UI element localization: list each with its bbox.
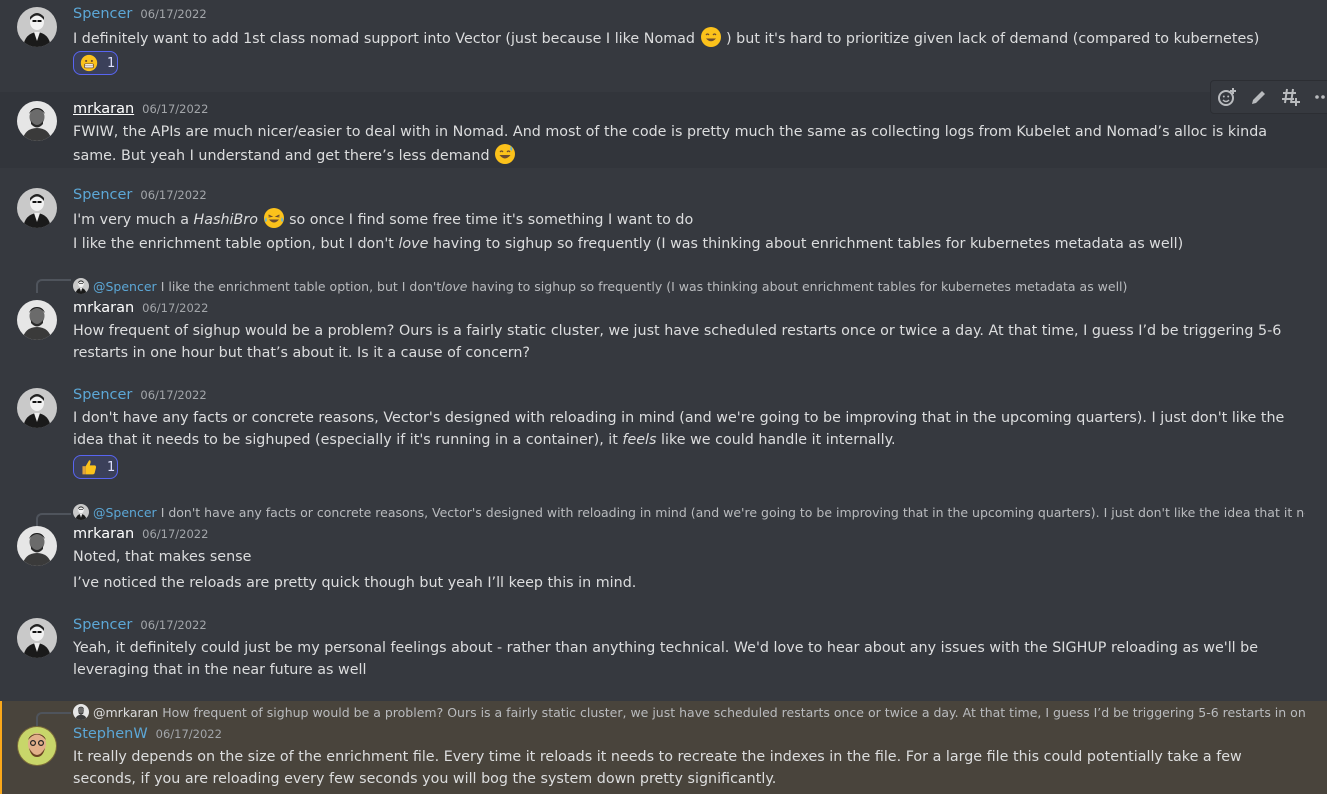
- reaction-button[interactable]: 1: [73, 51, 118, 75]
- message-toolbar: [1210, 80, 1327, 114]
- avatar[interactable]: [17, 726, 57, 766]
- username[interactable]: StephenW: [73, 726, 148, 742]
- avatar[interactable]: [17, 388, 57, 428]
- more-icon[interactable]: [1307, 81, 1327, 113]
- username[interactable]: Spencer: [73, 617, 132, 633]
- message-spencer-3[interactable]: Spencer 06/17/2022 I don't have any fact…: [0, 380, 1327, 490]
- avatar[interactable]: [17, 300, 57, 340]
- message-mrkaran-2[interactable]: @Spencer I like the enrichment table opt…: [0, 270, 1327, 370]
- timestamp: 06/17/2022: [155, 727, 222, 741]
- reply-connector: [36, 279, 71, 293]
- message-spencer-1[interactable]: Spencer 06/17/2022 I definitely want to …: [0, 0, 1327, 92]
- message-text: I'm very much a HashiBro so once I find …: [73, 207, 1308, 231]
- reply-mention[interactable]: @mrkaran: [93, 705, 158, 720]
- reaction-button[interactable]: 1: [73, 455, 118, 479]
- message-stephenw-1[interactable]: @mrkaran How frequent of sighup would be…: [0, 701, 1327, 794]
- avatar: [73, 278, 89, 294]
- reply-preview[interactable]: @Spencer I like the enrichment table opt…: [73, 277, 1305, 295]
- message-text: Noted, that makes sense: [73, 549, 252, 565]
- timestamp: 06/17/2022: [142, 527, 209, 541]
- message-text: I like the enrichment table option, but …: [73, 236, 1184, 252]
- username[interactable]: Spencer: [73, 187, 132, 203]
- message-text: I’ve noticed the reloads are pretty quic…: [73, 575, 637, 591]
- message-mrkaran-1[interactable]: mrkaran 06/17/2022 FWIW, the APIs are mu…: [0, 92, 1327, 168]
- avatar[interactable]: [17, 526, 57, 566]
- reply-preview[interactable]: @Spencer I don't have any facts or concr…: [73, 503, 1305, 521]
- reply-mention[interactable]: @Spencer: [93, 279, 157, 294]
- avatar[interactable]: [17, 7, 57, 47]
- username[interactable]: mrkaran: [73, 300, 134, 316]
- timestamp: 06/17/2022: [140, 388, 207, 402]
- reply-connector: [36, 513, 71, 527]
- message-spencer-2[interactable]: Spencer 06/17/2022 I'm very much a Hashi…: [0, 180, 1327, 260]
- timestamp: 06/17/2022: [142, 301, 209, 315]
- avatar: [73, 704, 89, 720]
- username[interactable]: Spencer: [73, 6, 132, 22]
- reply-mention[interactable]: @Spencer: [93, 505, 157, 520]
- smile-emoji: [700, 27, 721, 47]
- avatar[interactable]: [17, 618, 57, 658]
- avatar[interactable]: [17, 188, 57, 228]
- create-thread-icon[interactable]: [1275, 81, 1307, 113]
- username[interactable]: mrkaran: [73, 526, 134, 542]
- message-text: I don't have any facts or concrete reaso…: [73, 410, 1285, 448]
- message-spencer-4[interactable]: Spencer 06/17/2022 Yeah, it definitely c…: [0, 610, 1327, 696]
- joy-emoji: [263, 208, 284, 228]
- grimacing-emoji: [80, 54, 98, 72]
- reply-connector: [36, 712, 71, 726]
- message-text: Yeah, it definitely could just be my per…: [73, 640, 1259, 678]
- username[interactable]: Spencer: [73, 387, 132, 403]
- timestamp: 06/17/2022: [140, 7, 207, 21]
- message-mrkaran-3[interactable]: @Spencer I don't have any facts or concr…: [0, 496, 1327, 606]
- sweat-smile-emoji: [495, 144, 516, 164]
- reply-preview[interactable]: @mrkaran How frequent of sighup would be…: [73, 703, 1305, 721]
- thumbs-up-emoji: [82, 460, 97, 475]
- add-reaction-icon[interactable]: [1211, 81, 1243, 113]
- message-text: I definitely want to add 1st class nomad…: [73, 26, 1308, 50]
- message-text: How frequent of sighup would be a proble…: [73, 323, 1282, 361]
- edit-icon[interactable]: [1243, 81, 1275, 113]
- timestamp: 06/17/2022: [140, 618, 207, 632]
- reaction-count: 1: [107, 459, 116, 475]
- avatar[interactable]: [17, 101, 57, 141]
- message-text: FWIW, the APIs are much nicer/easier to …: [73, 124, 1268, 164]
- avatar: [73, 504, 89, 520]
- message-text: It really depends on the size of the enr…: [73, 749, 1242, 787]
- username[interactable]: mrkaran: [73, 101, 134, 117]
- reaction-count: 1: [107, 55, 116, 71]
- timestamp: 06/17/2022: [142, 102, 209, 116]
- timestamp: 06/17/2022: [140, 188, 207, 202]
